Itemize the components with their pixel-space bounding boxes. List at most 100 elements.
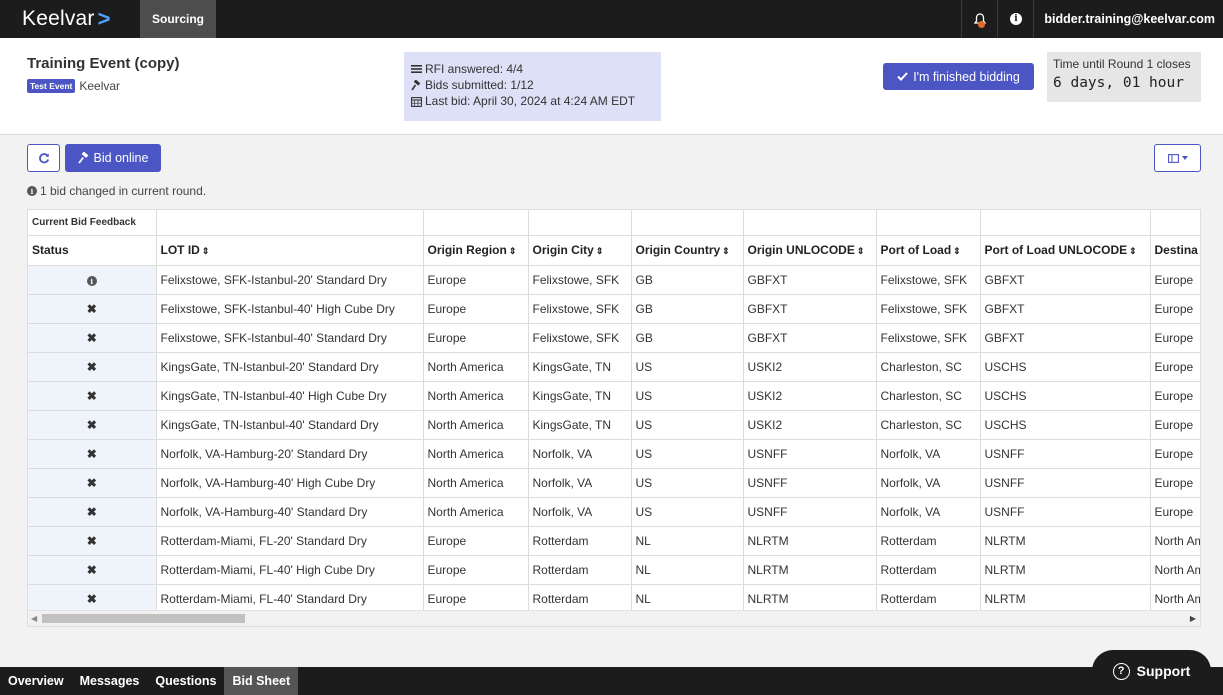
table-cell-country[interactable]: NL: [631, 584, 744, 614]
table-cell-unlocode[interactable]: GBFXT: [743, 323, 877, 353]
table-cell-dest[interactable]: Europe: [1150, 352, 1200, 382]
table-cell-pol[interactable]: Norfolk, VA: [876, 439, 981, 469]
table-cell-unlocode[interactable]: USNFF: [743, 439, 877, 469]
table-cell-pol_code[interactable]: USNFF: [980, 439, 1151, 469]
table-cell-pol_code[interactable]: GBFXT: [980, 294, 1151, 324]
table-cell-city[interactable]: Rotterdam: [528, 526, 632, 556]
column-header[interactable]: Port of Load ⇕: [876, 235, 981, 266]
table-cell-dest[interactable]: North Am: [1150, 584, 1200, 614]
table-cell-pol[interactable]: Felixstowe, SFK: [876, 265, 981, 295]
table-cell-pol_code[interactable]: USNFF: [980, 497, 1151, 527]
table-row[interactable]: ✖ KingsGate, TN-Istanbul-40' High Cube Dr…: [28, 381, 1200, 411]
close-status-icon[interactable]: ✖: [87, 331, 97, 345]
notifications-button[interactable]: [961, 0, 997, 38]
table-cell-pol[interactable]: Norfolk, VA: [876, 497, 981, 527]
table-row[interactable]: ✖ KingsGate, TN-Istanbul-20' Standard Dry…: [28, 352, 1200, 382]
table-cell-unlocode[interactable]: USKI2: [743, 352, 877, 382]
table-row[interactable]: ✖ Norfolk, VA-Hamburg-20' Standard Dry Nor…: [28, 439, 1200, 469]
table-cell-lot[interactable]: Norfolk, VA-Hamburg-40' High Cube Dry: [156, 468, 424, 498]
table-cell-pol[interactable]: Charleston, SC: [876, 410, 981, 440]
sort-icon[interactable]: ⇕: [1129, 246, 1137, 256]
table-cell-pol[interactable]: Rotterdam: [876, 526, 981, 556]
table-cell-pol[interactable]: Charleston, SC: [876, 352, 981, 382]
table-cell-region[interactable]: North America: [423, 410, 529, 440]
close-status-icon[interactable]: ✖: [87, 534, 97, 548]
table-cell-region[interactable]: Europe: [423, 265, 529, 295]
table-cell-region[interactable]: Europe: [423, 584, 529, 614]
tab-questions[interactable]: Questions: [147, 667, 224, 695]
tab-bid-sheet[interactable]: Bid Sheet: [224, 667, 299, 695]
table-cell-region[interactable]: Europe: [423, 323, 529, 353]
table-cell-country[interactable]: US: [631, 439, 744, 469]
table-cell-pol_code[interactable]: NLRTM: [980, 584, 1151, 614]
table-cell-lot[interactable]: Norfolk, VA-Hamburg-20' Standard Dry: [156, 439, 424, 469]
table-cell-pol_code[interactable]: NLRTM: [980, 526, 1151, 556]
table-cell-pol[interactable]: Felixstowe, SFK: [876, 323, 981, 353]
table-row[interactable]: ✖ Norfolk, VA-Hamburg-40' High Cube Dry No…: [28, 468, 1200, 498]
table-cell-pol_code[interactable]: NLRTM: [980, 555, 1151, 585]
table-cell-lot[interactable]: Norfolk, VA-Hamburg-40' Standard Dry: [156, 497, 424, 527]
table-cell-unlocode[interactable]: USNFF: [743, 468, 877, 498]
table-cell-city[interactable]: Norfolk, VA: [528, 497, 632, 527]
table-cell-pol_code[interactable]: USCHS: [980, 381, 1151, 411]
column-header[interactable]: Origin Country ⇕: [631, 235, 744, 266]
table-cell-country[interactable]: GB: [631, 294, 744, 324]
sort-icon[interactable]: ⇕: [722, 246, 730, 256]
table-cell-country[interactable]: US: [631, 410, 744, 440]
table-row[interactable]: ✖ KingsGate, TN-Istanbul-40' Standard Dry…: [28, 410, 1200, 440]
sort-icon[interactable]: ⇕: [509, 246, 517, 256]
table-cell-region[interactable]: North America: [423, 381, 529, 411]
column-header[interactable]: Origin Region ⇕: [423, 235, 529, 266]
table-cell-region[interactable]: North America: [423, 352, 529, 382]
table-cell-city[interactable]: Felixstowe, SFK: [528, 323, 632, 353]
sort-icon[interactable]: ⇕: [202, 246, 210, 256]
column-header[interactable]: LOT ID ⇕: [156, 235, 424, 266]
table-cell-dest[interactable]: Europe: [1150, 294, 1200, 324]
sort-icon[interactable]: ⇕: [596, 246, 604, 256]
table-cell-lot[interactable]: Rotterdam-Miami, FL-20' Standard Dry: [156, 526, 424, 556]
table-cell-dest[interactable]: Europe: [1150, 439, 1200, 469]
info-status-icon[interactable]: i: [86, 276, 97, 286]
status-cell[interactable]: ✖: [28, 497, 157, 527]
status-cell[interactable]: i: [28, 265, 157, 295]
table-cell-pol[interactable]: Norfolk, VA: [876, 468, 981, 498]
table-cell-dest[interactable]: Europe: [1150, 265, 1200, 295]
tab-overview[interactable]: Overview: [0, 667, 72, 695]
status-cell[interactable]: ✖: [28, 584, 157, 614]
status-cell[interactable]: ✖: [28, 323, 157, 353]
table-cell-dest[interactable]: Europe: [1150, 410, 1200, 440]
table-cell-country[interactable]: NL: [631, 555, 744, 585]
status-cell[interactable]: ✖: [28, 526, 157, 556]
status-cell[interactable]: ✖: [28, 294, 157, 324]
table-cell-city[interactable]: Felixstowe, SFK: [528, 265, 632, 295]
column-header[interactable]: Port of Load UNLOCODE ⇕: [980, 235, 1151, 266]
sort-icon[interactable]: ⇕: [857, 246, 865, 256]
nav-tab-sourcing[interactable]: Sourcing: [140, 0, 217, 38]
refresh-button[interactable]: [27, 144, 60, 172]
table-cell-pol[interactable]: Rotterdam: [876, 584, 981, 614]
table-cell-pol[interactable]: Rotterdam: [876, 555, 981, 585]
column-header[interactable]: Destina: [1150, 235, 1200, 266]
table-cell-country[interactable]: US: [631, 381, 744, 411]
user-account-menu[interactable]: bidder.training@keelvar.com: [1033, 0, 1223, 38]
table-cell-unlocode[interactable]: USNFF: [743, 497, 877, 527]
table-cell-pol_code[interactable]: USCHS: [980, 352, 1151, 382]
table-cell-dest[interactable]: Europe: [1150, 468, 1200, 498]
close-status-icon[interactable]: ✖: [87, 418, 97, 432]
table-cell-unlocode[interactable]: GBFXT: [743, 265, 877, 295]
finished-bidding-button[interactable]: I'm finished bidding: [883, 63, 1034, 90]
table-row[interactable]: ✖ Felixstowe, SFK-Istanbul-40' High Cube …: [28, 294, 1200, 324]
table-cell-lot[interactable]: KingsGate, TN-Istanbul-20' Standard Dry: [156, 352, 424, 382]
table-cell-dest[interactable]: North Am: [1150, 526, 1200, 556]
status-cell[interactable]: ✖: [28, 410, 157, 440]
close-status-icon[interactable]: ✖: [87, 563, 97, 577]
table-cell-pol_code[interactable]: GBFXT: [980, 323, 1151, 353]
table-cell-dest[interactable]: Europe: [1150, 381, 1200, 411]
close-status-icon[interactable]: ✖: [87, 592, 97, 606]
status-cell[interactable]: ✖: [28, 352, 157, 382]
column-header[interactable]: Origin City ⇕: [528, 235, 632, 266]
table-cell-pol_code[interactable]: GBFXT: [980, 265, 1151, 295]
column-header[interactable]: Origin UNLOCODE ⇕: [743, 235, 877, 266]
table-cell-lot[interactable]: Rotterdam-Miami, FL-40' Standard Dry: [156, 584, 424, 614]
table-cell-unlocode[interactable]: GBFXT: [743, 294, 877, 324]
